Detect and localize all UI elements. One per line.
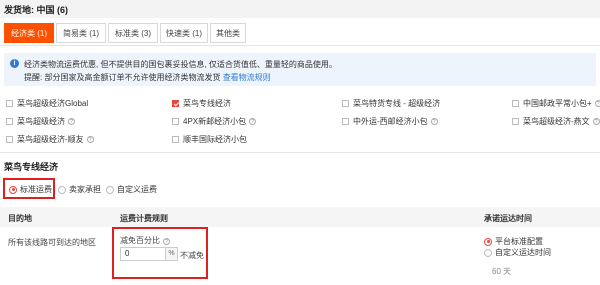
radio-dot[interactable] (106, 185, 114, 194)
origin-title: 发货地: 中国 (6) (4, 5, 68, 15)
option-cainiao-super-economy-yanwen[interactable]: 菜鸟超级经济-燕文? (512, 116, 600, 127)
info-icon: i (10, 59, 19, 68)
checkbox[interactable] (6, 136, 13, 143)
radio-dot[interactable] (484, 248, 492, 257)
checkbox-checked[interactable] (172, 100, 179, 107)
help-icon[interactable]: ? (430, 118, 438, 125)
checkbox[interactable] (172, 136, 179, 143)
percent-suffix: % (166, 247, 178, 261)
checkbox[interactable] (6, 118, 13, 125)
radio-seller-pays[interactable]: 卖家承担 (58, 184, 101, 195)
checkbox[interactable] (512, 118, 519, 125)
discount-label-row: 减免百分比? (120, 235, 170, 246)
option-cainiao-special-super-economy[interactable]: 菜鸟特货专线 - 超级经济 (342, 98, 440, 109)
option-cainiao-super-economy-shunyou[interactable]: 菜鸟超级经济-顺友? (6, 134, 94, 145)
notice-banner: i 经济类物流运费优惠, 但不提供目的国包裹妥投信息, 仅适合货值低、重量轻的商… (4, 53, 596, 86)
discount-label: 减免百分比 (120, 236, 160, 245)
logistics-rules-link[interactable]: 查看物流规则 (223, 73, 271, 82)
checkbox[interactable] (6, 100, 13, 107)
section-title: 菜鸟专线经济 (4, 162, 59, 172)
category-tabs: 经济类 (1) 简易类 (1) 标准类 (3) 快速类 (1) 其他类 (0, 23, 600, 45)
tab-divider (0, 45, 600, 46)
checkbox[interactable] (172, 118, 179, 125)
option-sf-international-economy[interactable]: 顺丰国际经济小包 (172, 134, 247, 145)
section-divider (0, 152, 600, 153)
notice-line-2: 提醒: 部分国家及高金额订单不允许使用经济类物流发货 查看物流规则 (24, 72, 271, 83)
tab-standard[interactable]: 标准类 (3) (108, 23, 158, 43)
radio-custom-freight[interactable]: 自定义运费 (106, 184, 157, 195)
option-cainiao-dedicated-economy[interactable]: 菜鸟专线经济 (172, 98, 231, 109)
tab-express[interactable]: 快速类 (1) (160, 23, 208, 43)
no-discount-note: 不减免 (180, 251, 204, 260)
help-icon[interactable]: ? (249, 118, 257, 125)
radio-standard-freight[interactable]: 标准运费 (9, 184, 52, 195)
option-sinotrans-economy-parcel[interactable]: 中外运-西邮经济小包? (342, 116, 438, 127)
radio-custom-delivery-time[interactable]: 自定义运达时间 (484, 247, 551, 258)
tab-simple[interactable]: 简易类 (1) (56, 23, 106, 43)
help-icon[interactable]: ? (594, 100, 600, 107)
option-china-post-ordinary-plus[interactable]: 中国邮政平常小包+? (512, 98, 600, 109)
help-icon[interactable]: ? (68, 118, 75, 125)
radio-dot[interactable] (58, 185, 66, 194)
help-icon[interactable]: ? (86, 136, 94, 143)
header-freight-rule: 运费计费规则 (120, 214, 168, 223)
checkbox[interactable] (342, 118, 349, 125)
help-icon[interactable]: ? (163, 238, 170, 245)
discount-input[interactable]: 0 (120, 247, 166, 261)
option-cainiao-super-economy-global[interactable]: 菜鸟超级经济Global (6, 98, 88, 109)
checkbox[interactable] (342, 100, 349, 107)
header-delivery-time: 承诺运达时间 (484, 214, 532, 223)
option-4px-economy-parcel[interactable]: 4PX新邮经济小包? (172, 116, 257, 127)
destination-cell: 所有该线路可到达的地区 (8, 238, 96, 247)
header-destination: 目的地 (8, 214, 32, 223)
radio-dot[interactable] (484, 237, 492, 246)
radio-dot[interactable] (9, 185, 17, 194)
radio-platform-standard[interactable]: 平台标准配置 (484, 236, 543, 247)
notice-line-2-text: 提醒: 部分国家及高金额订单不允许使用经济类物流发货 (24, 73, 221, 82)
checkbox[interactable] (512, 100, 519, 107)
delivery-days: 60 天 (492, 267, 512, 276)
table-header: 目的地 运费计费规则 承诺运达时间 (0, 207, 600, 227)
notice-line-1: 经济类物流运费优惠, 但不提供目的国包裹妥投信息, 仅适合货值低、重量轻的商品使… (24, 60, 337, 69)
help-icon[interactable]: ? (592, 118, 600, 125)
tab-economy[interactable]: 经济类 (1) (4, 23, 54, 43)
tab-other[interactable]: 其他类 (210, 23, 246, 43)
origin-header: 发货地: 中国 (6) (0, 0, 600, 18)
option-cainiao-super-economy[interactable]: 菜鸟超级经济? (6, 116, 75, 127)
